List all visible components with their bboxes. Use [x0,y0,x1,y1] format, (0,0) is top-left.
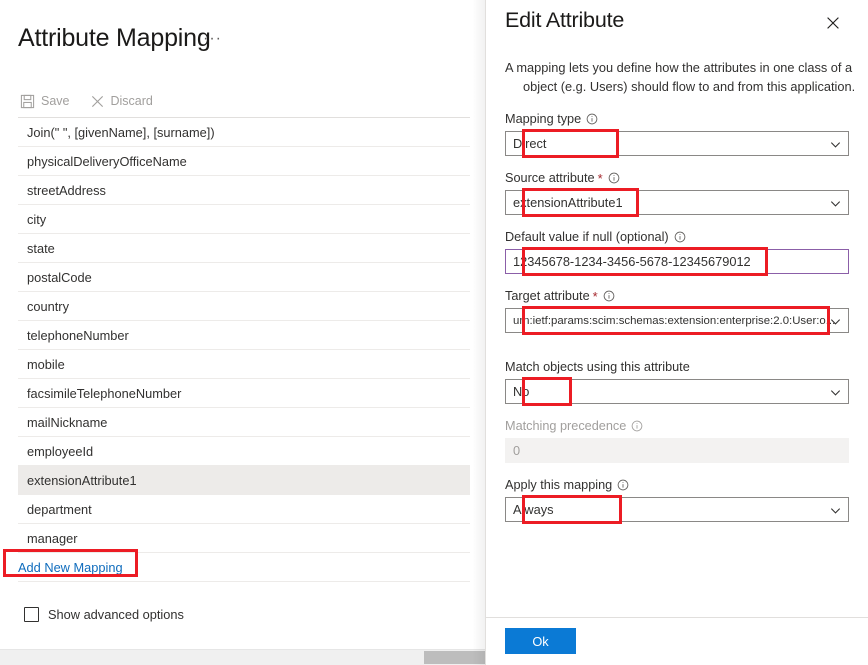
mapping-list-item[interactable]: facsimileTelephoneNumber [18,379,470,408]
horizontal-scrollbar-thumb[interactable] [424,651,486,664]
field-matching-precedence-control: 0 [505,438,849,463]
chevron-down-icon [829,380,842,403]
field-source-attribute: Source attribute * extensionAttribute1 [486,169,868,217]
mapping-list-item[interactable]: state [18,234,470,263]
chevron-down-icon [829,309,842,332]
mapping-list-item[interactable]: country [18,292,470,321]
add-new-mapping-row[interactable]: Add New Mapping [18,553,470,582]
mapping-list-item[interactable]: mailNickname [18,408,470,437]
mapping-type-value: Direct [513,136,547,151]
mapping-list-item[interactable]: postalCode [18,263,470,292]
mapping-list-item[interactable]: manager [18,524,470,553]
mapping-list-item[interactable]: Join(" ", [givenName], [surname]) [18,118,470,147]
panel-description: A mapping lets you define how the attrib… [505,58,857,96]
panel-description-line-1: A mapping lets you define how the attrib… [505,60,853,75]
show-advanced-options-row[interactable]: Show advanced options [24,607,184,622]
panel-description-line-2: object (e.g. Users) should flow to and f… [523,79,856,94]
match-objects-dropdown[interactable]: No [505,379,849,404]
attribute-mapping-panel: Attribute Mapping ··· Save Discard Join(… [0,0,486,665]
mapping-list-item[interactable]: mobile [18,350,470,379]
source-attribute-dropdown[interactable]: extensionAttribute1 [505,190,849,215]
edit-attribute-form: Mapping type Direct Source attribute * e… [486,110,868,524]
field-default-value-label-text: Default value if null (optional) [505,230,669,244]
command-bar: Save Discard [18,86,468,116]
info-circle-icon[interactable] [586,113,598,125]
mapping-list: Join(" ", [givenName], [surname]) physica… [18,118,470,582]
required-indicator: * [592,288,598,304]
save-button-label: Save [41,94,70,108]
field-source-attribute-label-text: Source attribute [505,171,595,185]
default-value-text: 12345678-1234-3456-5678-12345679012 [513,254,751,269]
field-apply-this-mapping-label: Apply this mapping [505,476,849,494]
panel-title: Edit Attribute [505,8,625,32]
field-mapping-type: Mapping type Direct [486,110,868,158]
page-title-overflow-menu[interactable]: ··· [203,30,222,48]
required-indicator: * [597,170,603,186]
info-circle-icon[interactable] [674,231,686,243]
field-match-objects: Match objects using this attribute No [486,358,868,406]
field-mapping-type-label-text: Mapping type [505,112,582,126]
field-match-objects-control: No [505,377,849,406]
field-apply-this-mapping-label-text: Apply this mapping [505,478,613,492]
info-circle-icon[interactable] [631,420,643,432]
source-attribute-value: extensionAttribute1 [513,195,623,210]
mapping-list-item[interactable]: department [18,495,470,524]
apply-this-mapping-dropdown[interactable]: Always [505,497,849,522]
field-match-objects-label: Match objects using this attribute [505,358,849,376]
close-x-icon [825,15,841,36]
discard-button[interactable]: Discard [88,87,155,115]
field-default-value-control: 12345678-1234-3456-5678-12345679012 [505,247,849,276]
mapping-list-item[interactable]: employeeId [18,437,470,466]
mapping-list-item[interactable]: physicalDeliveryOfficeName [18,147,470,176]
mapping-list-item[interactable]: extensionAttribute1 [18,466,470,495]
field-source-attribute-label: Source attribute * [505,169,849,187]
close-x-icon [90,94,105,109]
field-target-attribute-label: Target attribute * [505,287,849,305]
show-advanced-options-label: Show advanced options [48,607,184,622]
field-apply-this-mapping: Apply this mapping Always [486,476,868,524]
info-circle-icon[interactable] [617,479,629,491]
save-button[interactable]: Save [18,87,72,115]
horizontal-scrollbar-track[interactable] [0,649,486,665]
chevron-down-icon [829,498,842,521]
matching-precedence-input: 0 [505,438,849,463]
close-panel-button[interactable] [820,12,846,38]
field-default-value-label: Default value if null (optional) [505,228,849,246]
save-disk-icon [20,94,35,109]
match-objects-value: No [513,384,530,399]
panel-footer: Ok [486,617,868,665]
field-target-attribute-control: urn:ietf:params:scim:schemas:extension:e… [505,306,849,335]
discard-button-label: Discard [110,94,153,108]
field-source-attribute-control: extensionAttribute1 [505,188,849,217]
mapping-list-item[interactable]: streetAddress [18,176,470,205]
field-matching-precedence-label: Matching precedence [505,417,849,435]
chevron-down-icon [829,132,842,155]
info-circle-icon[interactable] [608,172,620,184]
target-attribute-dropdown[interactable]: urn:ietf:params:scim:schemas:extension:e… [505,308,849,333]
field-matching-precedence-label-text: Matching precedence [505,419,627,433]
mapping-list-item[interactable]: telephoneNumber [18,321,470,350]
field-target-attribute-label-text: Target attribute [505,289,590,303]
field-mapping-type-label: Mapping type [505,110,849,128]
field-target-attribute: Target attribute * urn:ietf:params:scim:… [486,287,868,335]
mapping-type-dropdown[interactable]: Direct [505,131,849,156]
field-apply-this-mapping-control: Always [505,495,849,524]
matching-precedence-value: 0 [513,443,521,458]
field-mapping-type-control: Direct [505,129,849,158]
info-circle-icon[interactable] [603,290,615,302]
mapping-list-item[interactable]: city [18,205,470,234]
chevron-down-icon [829,191,842,214]
field-default-value: Default value if null (optional) 1234567… [486,228,868,276]
field-match-objects-label-text: Match objects using this attribute [505,360,690,374]
add-new-mapping-link[interactable]: Add New Mapping [18,560,123,575]
app-root: Attribute Mapping ··· Save Discard Join(… [0,0,868,665]
default-value-input[interactable]: 12345678-1234-3456-5678-12345679012 [505,249,849,274]
ok-button[interactable]: Ok [505,628,576,654]
edit-attribute-panel: Edit Attribute A mapping lets you define… [486,0,868,665]
target-attribute-value: urn:ietf:params:scim:schemas:extension:e… [513,314,836,327]
field-matching-precedence: Matching precedence 0 [486,417,868,463]
page-title: Attribute Mapping [18,24,211,52]
show-advanced-options-checkbox[interactable] [24,607,39,622]
apply-this-mapping-value: Always [513,502,554,517]
